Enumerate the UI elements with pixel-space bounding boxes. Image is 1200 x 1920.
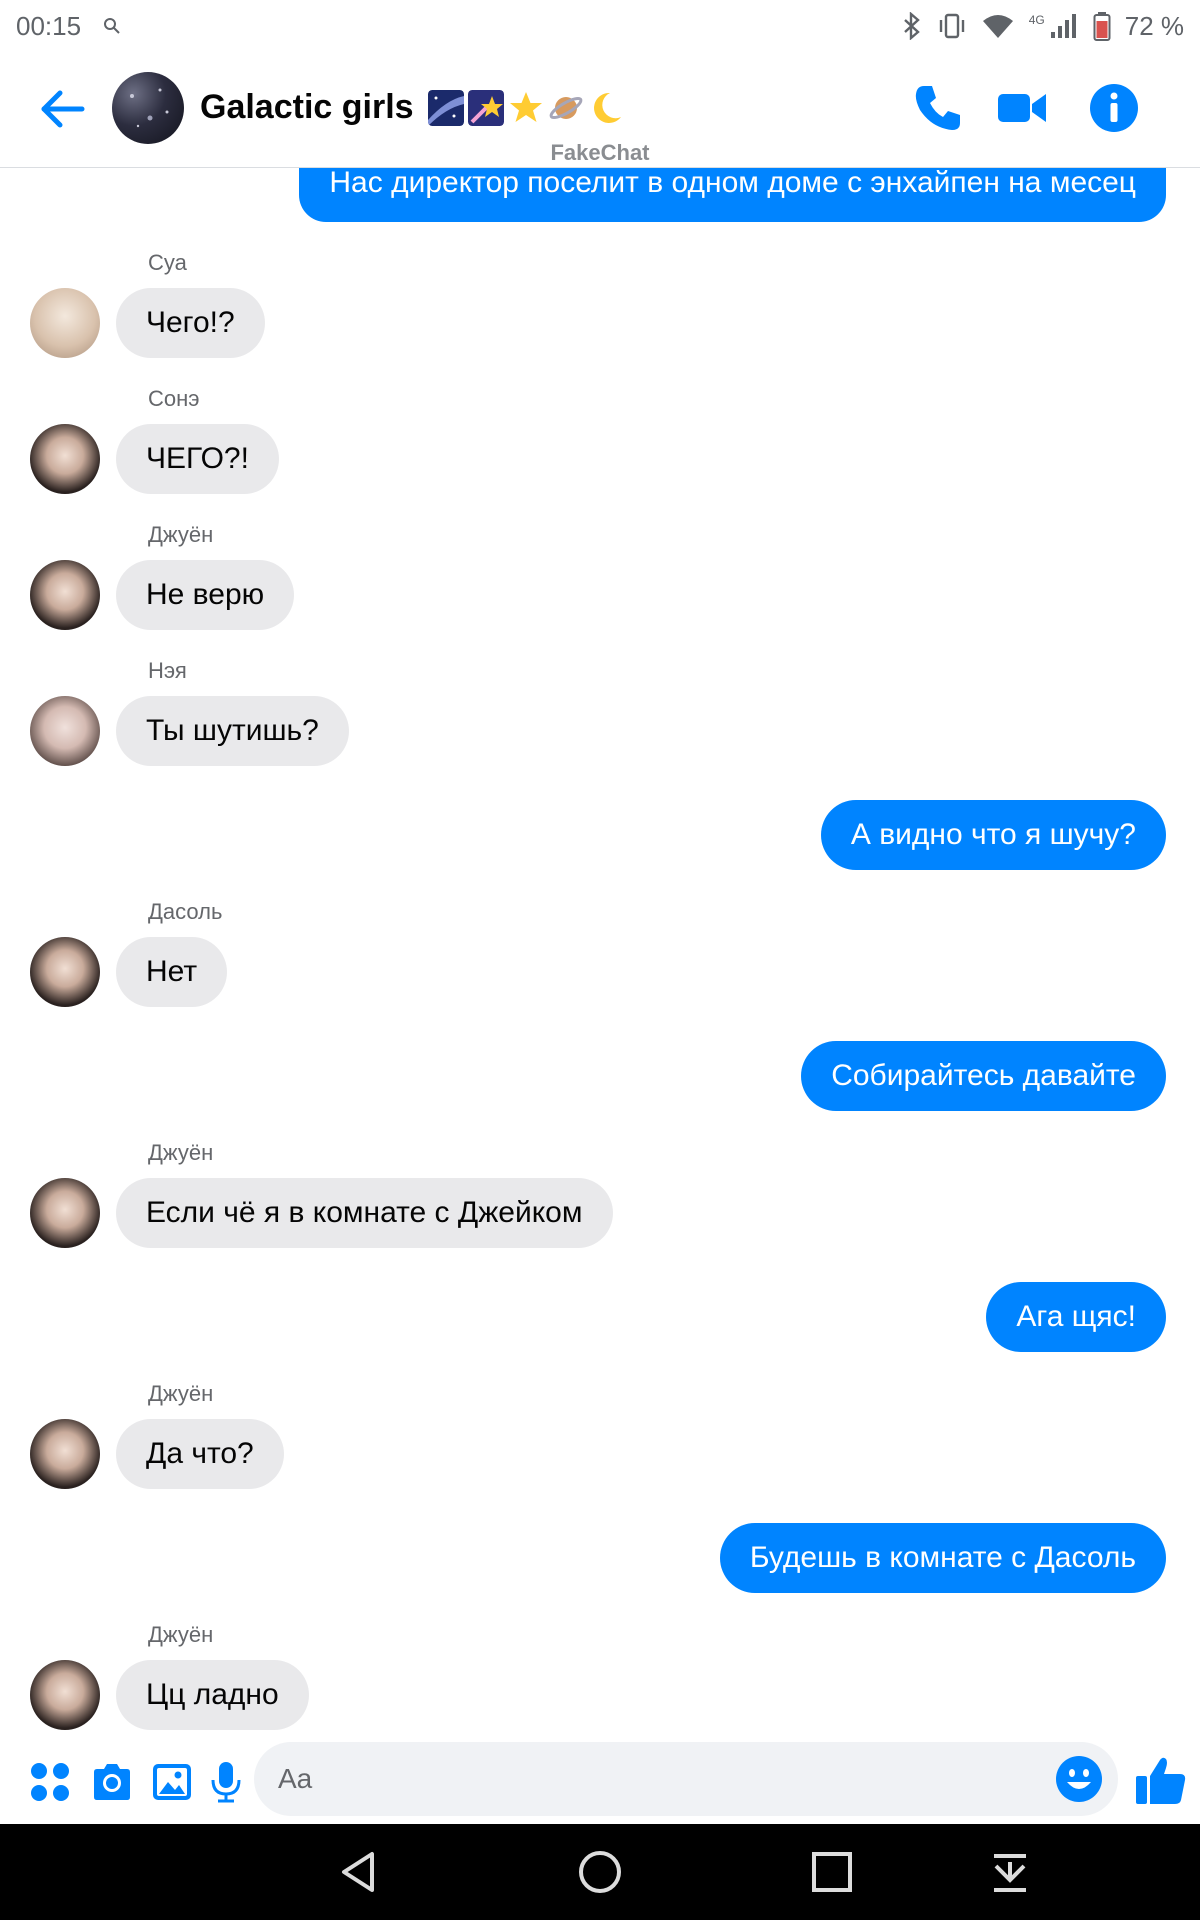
- home-icon[interactable]: [576, 1848, 624, 1896]
- gallery-icon[interactable]: [150, 1760, 194, 1804]
- sender-name: Нэя: [148, 658, 187, 683]
- apps-icon[interactable]: [28, 1760, 72, 1804]
- avatar[interactable]: [30, 560, 100, 630]
- avatar[interactable]: [30, 937, 100, 1007]
- group-avatar[interactable]: [112, 72, 184, 144]
- avatar[interactable]: [30, 696, 100, 766]
- avatar[interactable]: [30, 1419, 100, 1489]
- notifications-pull-icon[interactable]: [986, 1848, 1034, 1896]
- wifi-icon: [982, 15, 1013, 38]
- outgoing-message[interactable]: Ага щяс!: [986, 1282, 1166, 1352]
- sender-name: Дасоль: [148, 899, 223, 924]
- back-arrow-icon[interactable]: [36, 82, 90, 136]
- planet-emoji: [549, 96, 582, 119]
- sender-name: Джуён: [148, 1381, 214, 1406]
- avatar[interactable]: [30, 288, 100, 358]
- sender-name: Суа: [148, 250, 187, 275]
- info-icon[interactable]: [1086, 80, 1142, 136]
- network-type: 4G: [1028, 13, 1045, 27]
- microphone-icon[interactable]: [204, 1760, 248, 1804]
- thumbs-up-icon[interactable]: [1134, 1754, 1188, 1808]
- milky-way-emoji: [427, 89, 464, 126]
- recents-icon[interactable]: [808, 1848, 856, 1896]
- incoming-message[interactable]: Если чё я в комнате с Джейком: [116, 1178, 613, 1248]
- star-emoji: [509, 91, 542, 122]
- message-input[interactable]: [254, 1742, 1118, 1816]
- vibrate-icon: [939, 13, 964, 39]
- incoming-message[interactable]: Да что?: [116, 1419, 284, 1489]
- incoming-message[interactable]: ЧЕГО?!: [116, 424, 279, 494]
- sender-name: Джуён: [148, 522, 214, 547]
- chat-title-text: Galactic girls: [200, 88, 414, 126]
- incoming-message[interactable]: Не верю: [116, 560, 295, 630]
- shooting-star-emoji: [467, 89, 504, 126]
- bluetooth-icon: [903, 12, 920, 40]
- battery-icon: [1093, 12, 1111, 41]
- watermark: FakeChat: [550, 140, 650, 165]
- incoming-message[interactable]: Ты шутишь?: [116, 696, 349, 766]
- sender-name: Джуён: [148, 1622, 214, 1647]
- status-bar: 00:15 4G 72 %: [0, 0, 1200, 52]
- sender-name: Сонэ: [148, 386, 200, 411]
- incoming-message[interactable]: Нет: [116, 937, 228, 1007]
- incoming-message[interactable]: Чего!?: [116, 288, 265, 358]
- battery-percent: 72 %: [1124, 10, 1184, 41]
- composer: [0, 1740, 1200, 1824]
- sender-name: Джуён: [148, 1140, 214, 1165]
- phone-icon[interactable]: [910, 80, 966, 136]
- message-list[interactable]: Нас директор поселит в одном доме с энха…: [0, 168, 1200, 1740]
- search-icon: [104, 18, 120, 34]
- crescent-moon-emoji: [593, 92, 621, 123]
- outgoing-message[interactable]: Нас директор поселит в одном доме с энха…: [299, 168, 1166, 222]
- avatar[interactable]: [30, 424, 100, 494]
- camera-icon[interactable]: [90, 1760, 134, 1804]
- outgoing-message[interactable]: Будешь в комнате с Дасоль: [719, 1523, 1166, 1593]
- title-emojis: [427, 89, 624, 126]
- video-camera-icon[interactable]: [994, 80, 1050, 136]
- chat-title[interactable]: Galactic girls: [200, 88, 624, 127]
- emoji-icon[interactable]: [1054, 1754, 1104, 1804]
- system-nav-bar: [0, 1824, 1200, 1920]
- avatar[interactable]: [30, 1178, 100, 1248]
- status-time: 00:15: [16, 10, 82, 41]
- back-icon[interactable]: [336, 1848, 384, 1896]
- avatar[interactable]: [30, 1660, 100, 1730]
- incoming-message[interactable]: Цц ладно: [116, 1660, 309, 1730]
- outgoing-message[interactable]: Собирайтесь давайте: [801, 1041, 1166, 1111]
- outgoing-message[interactable]: А видно что я шучу?: [820, 800, 1166, 870]
- signal-icon: [1050, 14, 1076, 38]
